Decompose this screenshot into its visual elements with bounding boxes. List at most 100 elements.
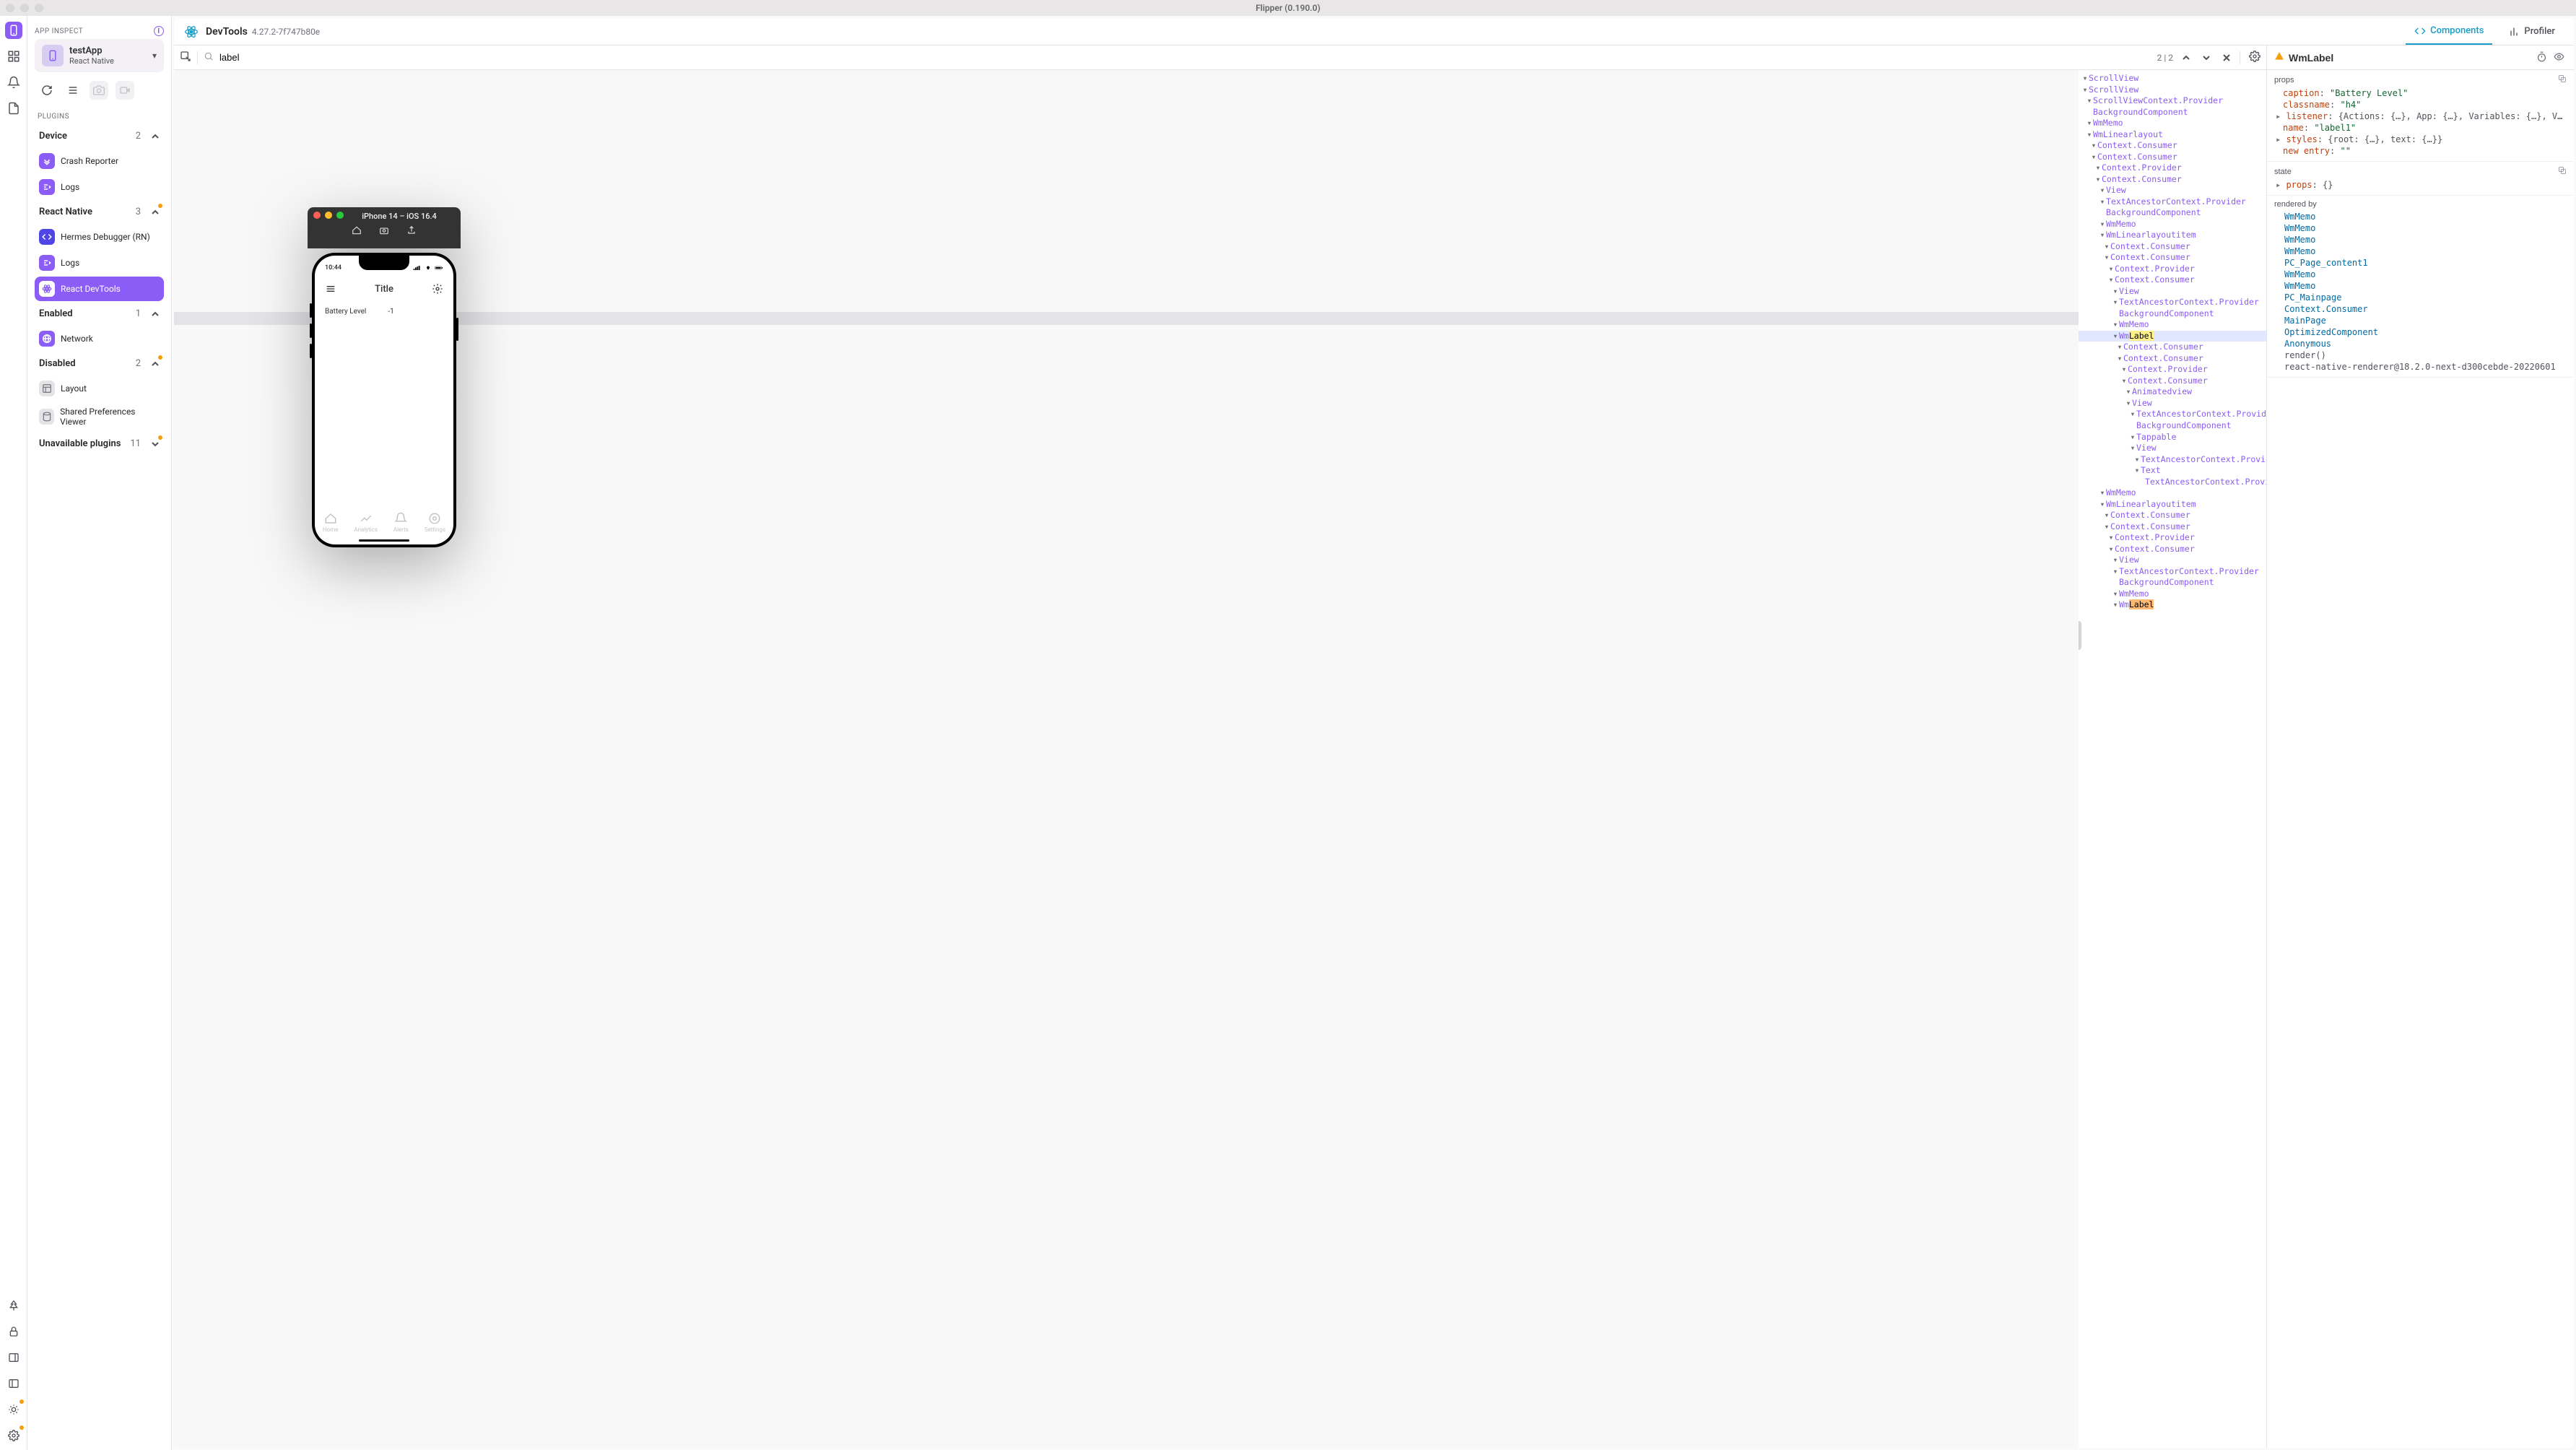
tree-node[interactable]: ▾Context.Provider [2079,364,2266,375]
rail-gear-icon[interactable] [5,1427,22,1444]
rendered-by-item[interactable]: PC_Mainpage [2274,292,2567,303]
tree-node[interactable]: ▾TextAncestorContext.Provider [2079,297,2266,308]
rail-mobile-icon[interactable] [5,22,22,39]
tree-node[interactable]: ▾Context.Provider [2079,162,2266,174]
tree-node[interactable]: ▾View [2079,555,2266,566]
tree-node[interactable]: ▾WmMemo [2079,118,2266,129]
rendered-by-item[interactable]: Context.Consumer [2274,303,2567,315]
info-icon[interactable]: i [154,26,164,36]
plugin-logs-rn[interactable]: Logs [35,251,164,275]
prop-row[interactable]: ▸ listener: {Actions: {…}, App: {…}, Var… [2274,110,2567,122]
tree-node[interactable]: ▾Context.Consumer [2079,252,2266,264]
sidebar-resize-handle[interactable] [170,733,173,750]
tree-node[interactable]: ▾WmLinearlayout [2079,129,2266,141]
plugin-crash-reporter[interactable]: Crash Reporter [35,149,164,173]
tree-node[interactable]: ▾ScrollView [2079,84,2266,96]
rail-tree-icon[interactable] [5,1297,22,1314]
tree-node[interactable]: ▾Context.Consumer [2079,521,2266,533]
tree-node[interactable]: BackgroundComponent [2079,107,2266,118]
search-next-button[interactable] [2199,51,2214,65]
camera-icon[interactable] [379,225,389,235]
tree-node[interactable]: BackgroundComponent [2079,577,2266,589]
group-disabled[interactable]: Disabled 2 [35,352,164,375]
tree-node[interactable]: ▾TextAncestorContext.Provider [2079,196,2266,208]
tab-alerts[interactable]: Alerts [393,512,409,533]
tree-node[interactable]: ▾WmLinearlayoutitem [2079,499,2266,511]
tree-node[interactable]: ▾WmLinearlayoutitem [2079,230,2266,241]
tree-node[interactable]: ▾TextAncestorContext.Provider [2079,409,2266,420]
tree-node[interactable]: ▾WmMemo [2079,319,2266,331]
prop-row[interactable]: classname: "h4" [2274,99,2567,110]
prop-row[interactable]: ▸ styles: {root: {…}, text: {…}} [2274,134,2567,145]
prop-row[interactable]: new entry: "" [2274,145,2567,157]
tree-node[interactable]: ▾Animatedview [2079,386,2266,398]
home-icon[interactable] [352,225,362,235]
prop-row[interactable]: ▸ props: {} [2274,179,2567,191]
rendered-by-item[interactable]: WmMemo [2274,246,2567,257]
search-input[interactable] [219,52,2151,63]
plugin-shared-preferences[interactable]: Shared Preferences Viewer [35,402,164,431]
tree-node[interactable]: ▾WmLabel [2079,331,2266,342]
group-react-native[interactable]: React Native 3 [35,201,164,223]
rendered-by-item[interactable]: WmMemo [2274,222,2567,234]
tree-node[interactable]: ▾ScrollView [2079,73,2266,84]
tree-node[interactable]: ▾TextAncestorContext.Provider [2079,566,2266,578]
plugin-logs-device[interactable]: Logs [35,175,164,199]
tree-node[interactable]: ▾Context.Consumer [2079,353,2266,365]
tree-node[interactable]: ▾WmMemo [2079,589,2266,600]
gear-icon[interactable] [432,283,443,295]
traffic-max[interactable] [35,4,43,12]
rail-file-icon[interactable] [5,100,22,117]
share-icon[interactable] [406,225,417,235]
group-unavailable[interactable]: Unavailable plugins 11 [35,433,164,455]
group-enabled[interactable]: Enabled 1 [35,303,164,325]
rail-lock-icon[interactable] [5,1323,22,1340]
element-picker-button[interactable] [180,51,191,65]
tree-node[interactable]: ▾WmMemo [2079,219,2266,230]
tree-node[interactable]: ▾View [2079,443,2266,454]
tree-node[interactable]: ▾Context.Provider [2079,264,2266,275]
tree-node[interactable]: ▾WmMemo [2079,487,2266,499]
group-device[interactable]: Device 2 [35,125,164,147]
tree-node[interactable]: ▾Context.Consumer [2079,174,2266,186]
menu-button[interactable] [64,81,82,100]
tree-node[interactable]: ▾Context.Consumer [2079,152,2266,163]
component-tree[interactable]: ▾ScrollView▾ScrollView▾ScrollViewContext… [2079,70,2266,1448]
rendered-by-item[interactable]: WmMemo [2274,234,2567,246]
rail-apps-icon[interactable] [5,48,22,65]
tree-node[interactable]: ▾ScrollViewContext.Provider [2079,95,2266,107]
rail-bell-icon[interactable] [5,74,22,91]
tree-node[interactable]: ▾Context.Consumer [2079,342,2266,353]
plugin-react-devtools[interactable]: React DevTools [35,277,164,301]
app-selector[interactable]: testApp React Native ▾ [35,39,164,72]
traffic-min[interactable] [20,4,29,12]
tree-node[interactable]: BackgroundComponent [2079,308,2266,320]
tree-node[interactable]: ▾Context.Consumer [2079,510,2266,521]
refresh-button[interactable] [38,81,56,100]
sim-close[interactable] [313,212,321,219]
traffic-close[interactable] [6,4,14,12]
tree-node[interactable]: ▾View [2079,398,2266,409]
tab-components[interactable]: Components [2406,18,2492,45]
rendered-by-item[interactable]: WmMemo [2274,211,2567,222]
rendered-by-item[interactable]: WmMemo [2274,280,2567,292]
rail-panel-right-icon[interactable] [5,1349,22,1366]
settings-button[interactable] [2249,51,2260,65]
rendered-by-item[interactable]: OptimizedComponent [2274,326,2567,338]
sim-max[interactable] [336,212,344,219]
prop-row[interactable]: caption: "Battery Level" [2274,87,2567,99]
hamburger-icon[interactable] [325,283,336,295]
plugin-network[interactable]: Network [35,326,164,351]
copy-icon[interactable] [2558,74,2567,85]
tree-node[interactable]: ▾Context.Consumer [2079,140,2266,152]
tree-node[interactable]: ▾View [2079,185,2266,196]
tree-node[interactable]: BackgroundComponent [2079,207,2266,219]
tree-node[interactable]: ▾TextAncestorContext.Provider [2079,454,2266,466]
prop-row[interactable]: name: "label1" [2274,122,2567,134]
tree-node[interactable]: ▾Text [2079,465,2266,477]
tree-node[interactable]: TextAncestorContext.Provider [2079,477,2266,488]
tree-node[interactable]: ▾Context.Consumer [2079,375,2266,387]
rendered-by-item[interactable]: MainPage [2274,315,2567,326]
tree-node[interactable]: ▾Context.Consumer [2079,544,2266,555]
rail-panel-left-icon[interactable] [5,1375,22,1392]
